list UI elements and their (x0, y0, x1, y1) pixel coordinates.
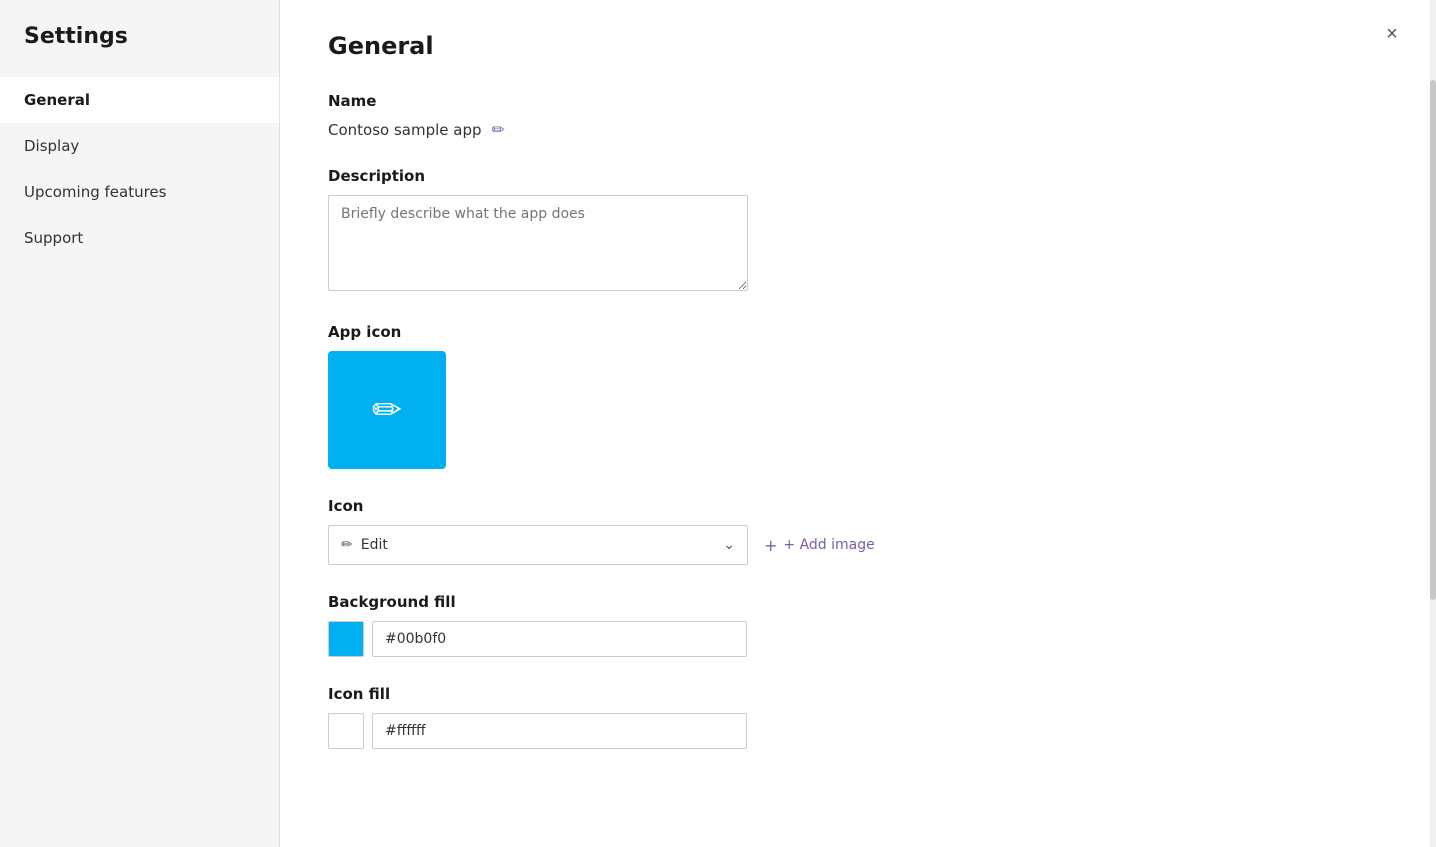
app-icon-pencil-icon: ✏ (372, 390, 402, 431)
page-title: General (328, 32, 1388, 60)
sidebar-item-display[interactable]: Display (0, 123, 279, 169)
close-button[interactable]: × (1376, 18, 1408, 50)
description-section: Description (328, 167, 1388, 295)
scrollbar-track (1430, 0, 1436, 847)
icon-fill-section: Icon fill (328, 685, 1388, 749)
scrollbar-thumb[interactable] (1430, 80, 1436, 600)
main-panel: × General Name Contoso sample app ✏ Desc… (280, 0, 1436, 847)
sidebar-item-general[interactable]: General (0, 77, 279, 123)
description-label: Description (328, 167, 1388, 185)
sidebar-item-support[interactable]: Support (0, 215, 279, 261)
name-value: Contoso sample app (328, 121, 482, 139)
app-icon-section: App icon ✏ (328, 323, 1388, 469)
background-fill-row (328, 621, 1388, 657)
background-fill-section: Background fill (328, 593, 1388, 657)
app-icon-label: App icon (328, 323, 1388, 341)
icon-fill-label: Icon fill (328, 685, 1388, 703)
app-icon-preview[interactable]: ✏ (328, 351, 446, 469)
icon-label: Icon (328, 497, 1388, 515)
background-fill-input[interactable] (372, 621, 747, 657)
settings-title: Settings (0, 24, 279, 77)
icon-select[interactable]: ✏ Edit ⌄ (328, 525, 748, 565)
icon-fill-row (328, 713, 1388, 749)
name-row: Contoso sample app ✏ (328, 120, 1388, 139)
icon-select-pencil: ✏ (341, 537, 353, 553)
add-image-label: + Add image (783, 537, 874, 553)
icon-select-value: Edit (361, 537, 388, 553)
add-image-button[interactable]: + + Add image (764, 536, 875, 555)
plus-icon: + (764, 536, 777, 555)
icon-fill-input[interactable] (372, 713, 747, 749)
description-textarea[interactable] (328, 195, 748, 291)
icon-dropdown-row: ✏ Edit ⌄ + + Add image (328, 525, 1388, 565)
sidebar-item-upcoming-features[interactable]: Upcoming features (0, 169, 279, 215)
name-section: Name Contoso sample app ✏ (328, 92, 1388, 139)
name-edit-icon[interactable]: ✏ (492, 120, 505, 139)
sidebar: Settings General Display Upcoming featur… (0, 0, 280, 847)
background-fill-label: Background fill (328, 593, 1388, 611)
icon-section: Icon ✏ Edit ⌄ + + Add image (328, 497, 1388, 565)
background-fill-swatch[interactable] (328, 621, 364, 657)
icon-fill-swatch[interactable] (328, 713, 364, 749)
chevron-down-icon: ⌄ (723, 537, 735, 553)
name-label: Name (328, 92, 1388, 110)
